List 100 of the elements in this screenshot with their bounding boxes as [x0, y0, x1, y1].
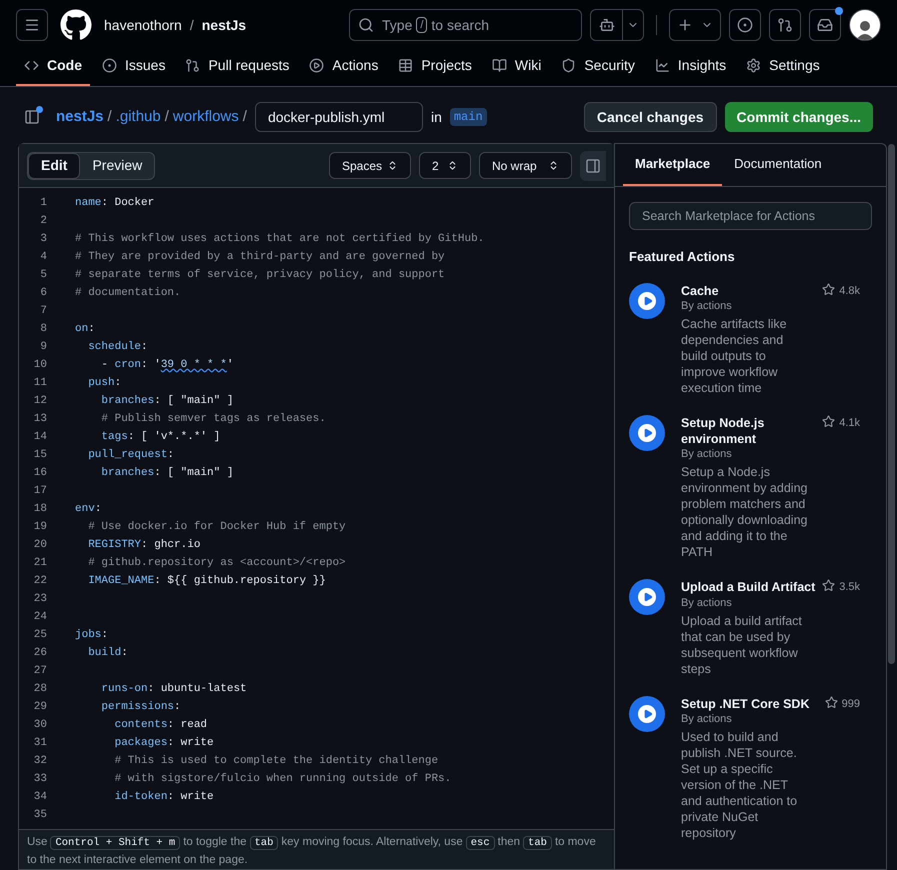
panel-tab[interactable]: Marketplace	[623, 144, 722, 186]
branch-label: main	[450, 108, 487, 126]
nav-tab[interactable]: Insights	[646, 46, 734, 86]
shield-icon	[561, 58, 576, 72]
issue-icon	[737, 17, 753, 33]
action-play-icon	[629, 282, 665, 318]
line-number: 35	[32, 808, 47, 823]
panel-icon	[585, 158, 601, 174]
key-hint: /	[416, 17, 428, 33]
star-icon	[824, 696, 838, 708]
select-dropdown[interactable]: 2	[419, 152, 471, 179]
nav-tab[interactable]: Projects	[390, 46, 480, 86]
avatar[interactable]	[849, 9, 881, 41]
panel-toggle-button[interactable]	[580, 150, 606, 180]
code-line: # Use docker.io for Docker Hub if empty	[87, 520, 346, 535]
star-count: 3.5k	[839, 580, 860, 595]
nav-tab[interactable]: Security	[553, 46, 643, 86]
line-number: 25	[32, 628, 47, 643]
code-line: - cron: '39 0 * * *'	[100, 358, 234, 373]
path-separator: /	[164, 106, 169, 127]
code-line: push:	[87, 376, 122, 391]
code-line: # github.repository as <account>/<repo>	[87, 556, 346, 571]
table-icon	[398, 58, 414, 72]
logo-icon[interactable]	[60, 9, 92, 41]
in-label: in	[430, 108, 442, 126]
code-line: REGISTRY: ghcr.io	[87, 538, 200, 553]
path-link[interactable]: nestJs	[56, 106, 104, 128]
chart-icon	[654, 58, 670, 72]
settings-icon	[746, 58, 762, 72]
path-link[interactable]: .github	[116, 106, 161, 128]
inbox-icon	[817, 17, 833, 33]
line-number: 15	[32, 448, 47, 463]
action-title[interactable]: Cache	[681, 282, 818, 298]
editor-tab[interactable]: Preview	[80, 152, 154, 178]
code-line: name: Docker	[75, 196, 154, 211]
book-icon	[492, 58, 507, 72]
action-title[interactable]: Setup Node.js environment	[681, 415, 818, 447]
line-number: 24	[32, 610, 47, 625]
menu-button[interactable]	[16, 9, 48, 41]
editor-tab[interactable]: Edit	[28, 152, 80, 178]
owner-link[interactable]: havenothorn	[104, 14, 182, 36]
scrollbar[interactable]	[888, 144, 895, 664]
line-number: 8	[39, 322, 47, 337]
code-line: # separate terms of service, privacy policy, and support	[75, 268, 445, 283]
code-line: # This workflow uses actions that are not certified by GitHub.	[75, 232, 484, 247]
line-number: 13	[32, 412, 47, 427]
commit-button[interactable]: Commit changes...	[724, 102, 873, 132]
pull-requests-button[interactable]	[769, 9, 801, 41]
line-number: 32	[32, 754, 47, 769]
issues-button[interactable]	[729, 9, 761, 41]
nav-tab[interactable]: Settings	[738, 46, 828, 86]
line-number: 9	[39, 340, 47, 355]
nav-tab[interactable]: Issues	[94, 46, 174, 86]
action-title[interactable]: Setup .NET Core SDK	[681, 696, 821, 712]
code-line: # documentation.	[75, 286, 181, 301]
nav-tab[interactable]: Pull requests	[177, 46, 298, 86]
line-number: 23	[32, 592, 47, 607]
action-description: Setup a Node.js environment by adding problem matchers and optionally downloading and adding it to the PATH	[681, 464, 808, 560]
sidebar-toggle-icon[interactable]	[24, 109, 40, 125]
nav-tab[interactable]: Actions	[301, 46, 386, 86]
nav-tab[interactable]: Wiki	[484, 46, 550, 86]
select-dropdown[interactable]: Spaces	[329, 152, 411, 179]
action-author: By actions	[681, 447, 733, 461]
line-number: 10	[32, 358, 47, 373]
code-line: tags: [ 'v*.*.*' ]	[100, 430, 220, 445]
select-dropdown[interactable]: No wrap	[479, 152, 572, 179]
line-number: 29	[32, 700, 47, 715]
star-count: 4.8k	[839, 284, 860, 298]
menu-icon	[24, 17, 40, 33]
pull-request-icon	[185, 58, 200, 72]
play-icon	[309, 58, 324, 72]
search-icon	[358, 17, 374, 33]
action-play-icon	[629, 579, 665, 615]
search-text: Type	[382, 16, 412, 35]
line-number: 7	[39, 304, 47, 319]
line-number: 14	[32, 430, 47, 445]
robot-icon	[598, 17, 614, 33]
repo-link[interactable]: nestJs	[202, 14, 246, 36]
section-heading: Featured Actions	[629, 248, 736, 266]
line-number: 17	[32, 484, 47, 499]
code-line: schedule:	[87, 340, 148, 355]
code-line: id-token: write	[114, 790, 214, 805]
cancel-button[interactable]: Cancel changes	[584, 102, 717, 132]
code-line: env:	[75, 502, 102, 517]
code-line: # Publish semver tags as releases.	[100, 412, 326, 427]
search-text: to search	[431, 16, 490, 34]
star-icon	[822, 579, 836, 592]
star-icon	[822, 415, 836, 428]
action-title[interactable]: Upload a Build Artifact	[681, 579, 818, 595]
star-count: 999	[842, 696, 860, 712]
line-number: 27	[32, 664, 47, 679]
panel-tab[interactable]: Documentation	[722, 144, 834, 186]
updown-icon	[387, 160, 398, 171]
line-number: 19	[32, 520, 47, 535]
search-field[interactable]: Type / to search	[349, 9, 582, 41]
marketplace-search-field[interactable]: Search Marketplace for Actions	[629, 202, 872, 230]
filename-field[interactable]: docker-publish.yml	[254, 102, 423, 132]
path-link[interactable]: workflows	[172, 106, 239, 128]
action-description: Used to build and publish .NET source. Set up a specific version of the .NET and authentication to private NuGet repository	[681, 729, 798, 841]
code-line: branches: [ "main" ]	[100, 466, 234, 481]
